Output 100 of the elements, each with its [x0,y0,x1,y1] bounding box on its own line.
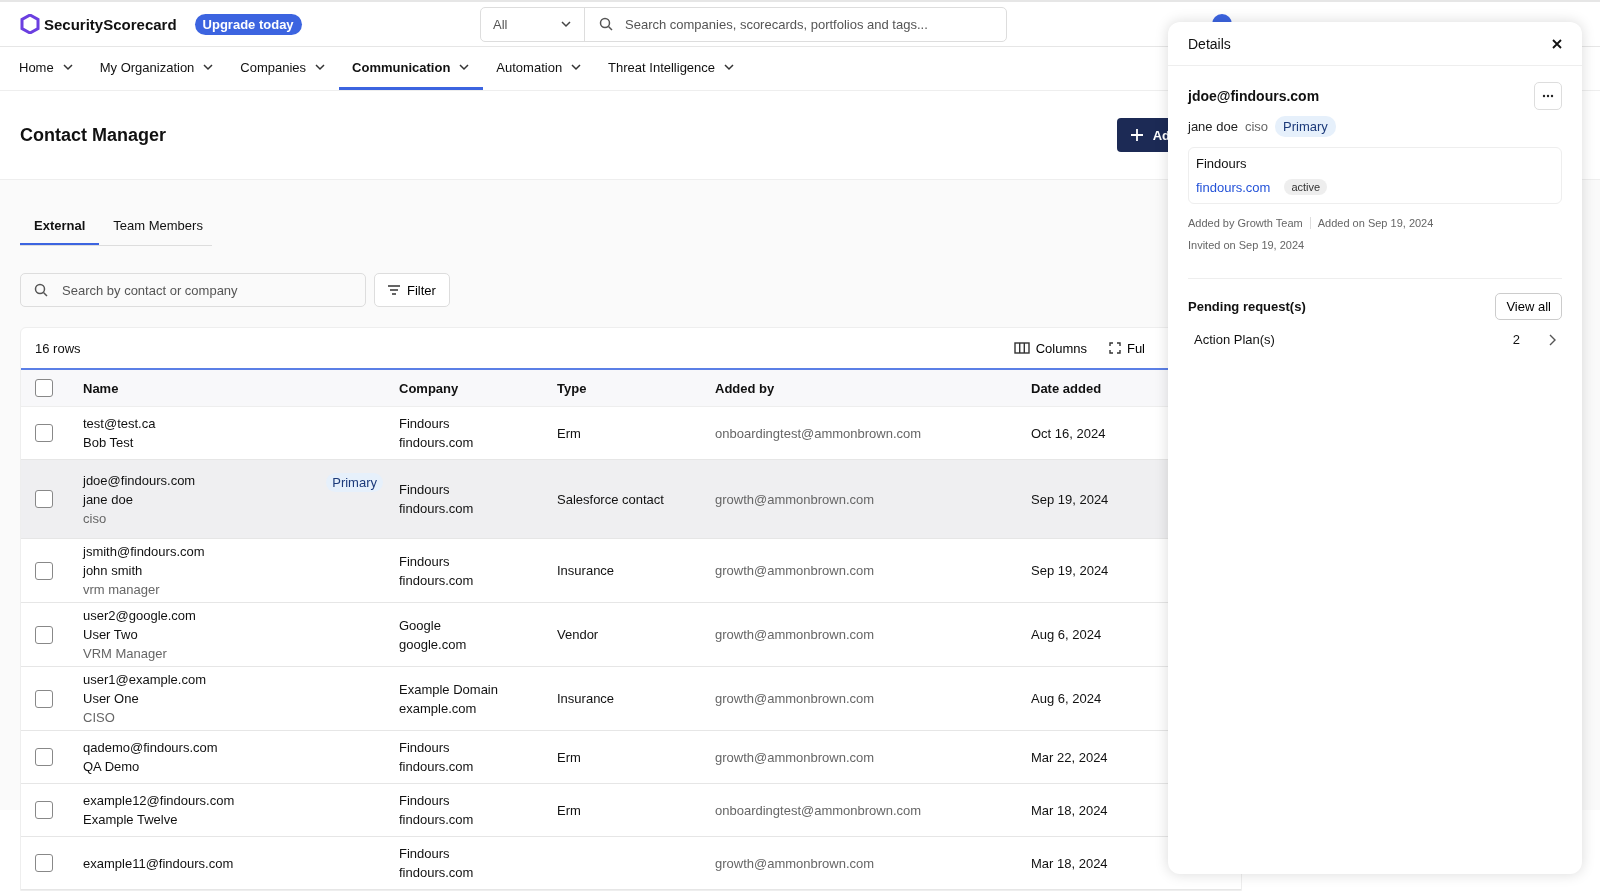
column-header[interactable]: Added by [715,380,775,396]
nav-tab[interactable]: Threat Intelligence [595,47,749,90]
contact-name: john smith [83,563,144,578]
contact-type: Erm [557,802,581,818]
chevron-down-icon [560,18,572,30]
date-added: Oct 16, 2024 [1031,425,1106,441]
contact-search-field[interactable]: Search by contact or company [20,273,366,307]
pending-title: Pending request(s) [1188,299,1306,314]
date-added: Aug 6, 2024 [1031,691,1102,706]
row-checkbox[interactable] [35,490,53,508]
company-domain: example.com [399,700,478,716]
view-all-button[interactable]: View all [1495,293,1562,320]
contact-email: test@test.ca [83,416,156,431]
added-by-email: growth@ammonbrown.com [715,691,875,706]
row-checkbox[interactable] [35,689,53,708]
contact-type: Vendor [557,627,599,642]
contact-role: CISO [83,710,116,725]
added-by-text: Added by Growth Team [1188,217,1303,229]
primary-badge: Primary [1275,116,1336,137]
row-checkbox[interactable] [35,561,53,580]
filter-icon [388,285,400,295]
chevron-down-icon [61,61,74,73]
contact-name: QA Demo [83,759,141,774]
company-name: Findours [1196,156,1248,171]
panel-title: Details [1188,35,1231,52]
added-by-email: growth@ammonbrown.com [715,491,875,507]
invited-on-text: Invited on Sep 19, 2024 [1188,239,1306,251]
table-row[interactable]: jdoe@findours.com jane doe ciso Primary Findours findours.com Salesforce contact growth@ammonbrown.com Sep 19, 2024 [21,459,1241,539]
filter-button[interactable]: Filter [374,273,450,307]
contact-name: Example Twelve [83,812,179,827]
contact-name: jane doe [1188,119,1238,134]
added-by-email: onboardingtest@ammonbrown.com [715,802,922,818]
contact-email: example12@findours.com [83,793,235,808]
company-name: Findours [399,793,451,808]
company-name: Findours [399,740,451,755]
tab[interactable]: External [20,210,100,245]
columns-button[interactable]: Columns [1013,340,1087,356]
search-icon [34,283,48,297]
fullscreen-icon [1108,342,1121,354]
added-by-email: growth@ammonbrown.com [715,855,875,871]
upgrade-button[interactable]: Upgrade today [194,13,302,35]
chevron-down-icon [570,61,583,73]
company-name: Google [399,617,442,633]
contact-type: Salesforce contact [557,491,664,507]
tab[interactable]: Team Members [99,210,217,245]
nav-tab[interactable]: Home [6,47,87,90]
company-name: Findours [399,846,451,861]
row-checkbox[interactable] [35,424,53,442]
contact-email: jdoe@findours.com [1188,88,1320,104]
contact-name: jane doe [83,491,134,507]
row-checkbox[interactable] [35,625,53,644]
close-icon[interactable] [1552,38,1562,49]
nav-tab[interactable]: Companies [227,47,340,90]
added-by-email: growth@ammonbrown.com [715,749,875,765]
contact-email: jsmith@findours.com [83,544,205,559]
contact-email: user1@example.com [83,672,207,687]
contact-role: vrm manager [83,582,161,597]
global-search[interactable]: All Search companies, scorecards, portfolios and tags... [480,6,1007,42]
contact-name: User One [83,691,140,706]
row-checkbox[interactable] [35,801,53,819]
chevron-down-icon [314,61,327,73]
brand-name: SecurityScorecard [44,15,177,33]
row-checkbox[interactable] [35,854,53,872]
added-by-email: growth@ammonbrown.com [715,563,875,578]
date-added: Mar 22, 2024 [1031,749,1108,765]
contact-email: jdoe@findours.com [83,472,196,488]
chevron-down-icon [202,61,215,73]
fullscreen-button[interactable]: Ful [1108,340,1145,356]
request-count: 2 [1512,332,1520,347]
contact-type: Insurance [557,563,615,578]
chevron-down-icon [723,61,736,73]
company-name: Example Domain [399,681,499,697]
page-title: Contact Manager [20,124,167,146]
column-header[interactable]: Type [557,380,587,396]
request-label[interactable]: Action Plan(s) [1194,332,1275,347]
column-header[interactable]: Name [83,380,119,396]
scope-dropdown[interactable]: All [481,7,585,41]
row-checkbox[interactable] [35,748,53,766]
column-header[interactable]: Company [399,380,459,396]
date-added: Mar 18, 2024 [1031,802,1108,818]
nav-tab[interactable]: Communication [339,47,484,90]
contact-type: Insurance [557,691,615,706]
date-added: Sep 19, 2024 [1031,491,1109,507]
company-name: Findours [399,553,451,569]
chevron-down-icon [458,61,471,73]
company-domain: google.com [399,636,468,652]
contact-role: VRM Manager [83,646,168,661]
nav-tab[interactable]: Automation [483,47,596,90]
contact-role: ciso [83,510,108,526]
contact-type: Erm [557,749,581,765]
nav-tab[interactable]: My Organization [86,47,228,90]
column-header[interactable]: Date added [1031,380,1102,396]
plus-icon [1130,129,1143,141]
chevron-right-icon[interactable] [1548,333,1556,346]
select-all-checkbox[interactable] [35,379,53,397]
date-added: Sep 19, 2024 [1031,563,1109,578]
company-link[interactable]: findours.com [1196,179,1271,195]
primary-badge: Primary [326,472,383,492]
contact-email: qademo@findours.com [83,740,218,755]
company-domain: findours.com [399,865,475,880]
